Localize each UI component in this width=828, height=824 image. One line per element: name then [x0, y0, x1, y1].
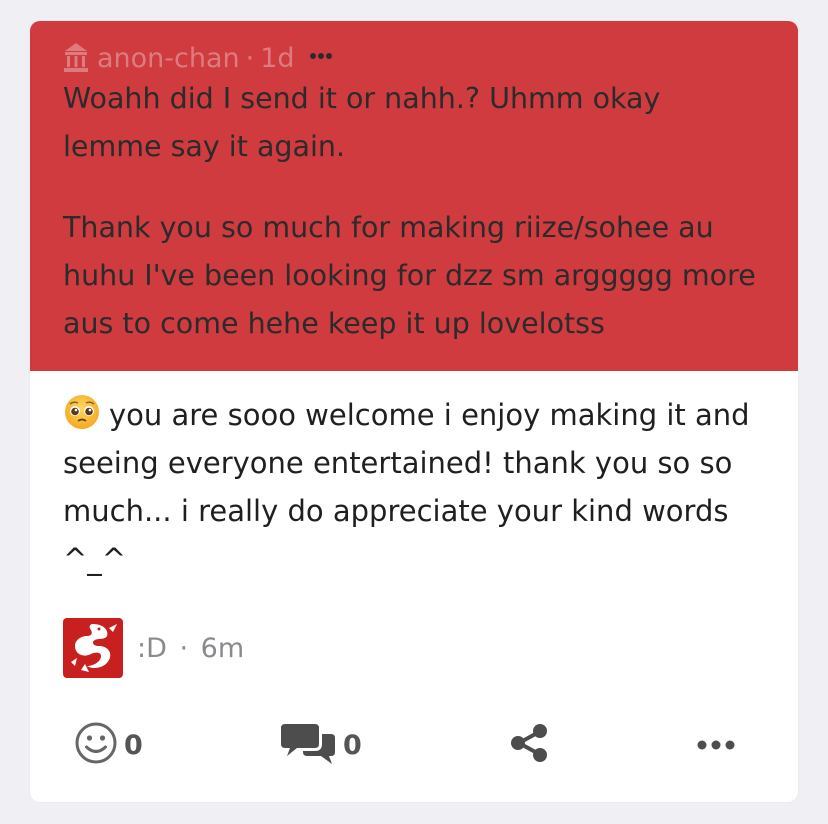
share-button[interactable] [509, 717, 549, 773]
action-bar: 0 0 [30, 717, 798, 773]
like-button[interactable]: 0 [74, 717, 143, 773]
answer-text: you are sooo welcome i enjoy making it a… [63, 398, 750, 576]
share-icon [509, 723, 549, 767]
replier-meta: :D · 6m [137, 633, 244, 664]
speech-bubbles-icon [281, 720, 337, 770]
ask-meta: anon-chan · 1d [63, 41, 764, 75]
answer-card: anon-chan · 1d Woahh did I send it or na… [30, 21, 798, 802]
pleading-face-emoji-icon [63, 393, 101, 431]
anonymous-building-icon [63, 43, 89, 73]
replier-separator: · [179, 632, 189, 664]
more-options-button[interactable] [696, 717, 736, 773]
ask-more-ellipsis-icon[interactable] [309, 38, 333, 66]
reply-count: 0 [343, 729, 362, 761]
answer-section: you are sooo welcome i enjoy making it a… [30, 371, 798, 678]
ask-body: Woahh did I send it or nahh.? Uhmm okay … [63, 75, 764, 348]
like-count: 0 [124, 729, 143, 761]
ask-author[interactable]: anon-chan [97, 43, 240, 74]
replier-time: 6m [200, 632, 245, 664]
reply-button[interactable]: 0 [281, 717, 362, 773]
ask-paragraph-2: Thank you so much for making riize/sohee… [63, 211, 756, 340]
replier-name[interactable]: :D [137, 633, 167, 664]
ask-paragraph-1: Woahh did I send it or nahh.? Uhmm okay … [63, 82, 661, 163]
replier-row: :D · 6m [63, 618, 764, 678]
dragon-avatar-icon[interactable] [63, 618, 123, 678]
answer-text-block: you are sooo welcome i enjoy making it a… [63, 391, 764, 583]
smiley-icon [74, 721, 118, 769]
ellipsis-icon [696, 736, 736, 755]
ask-section: anon-chan · 1d Woahh did I send it or na… [30, 21, 798, 371]
ask-separator: · [245, 42, 255, 74]
ask-time: 1d [260, 42, 295, 74]
